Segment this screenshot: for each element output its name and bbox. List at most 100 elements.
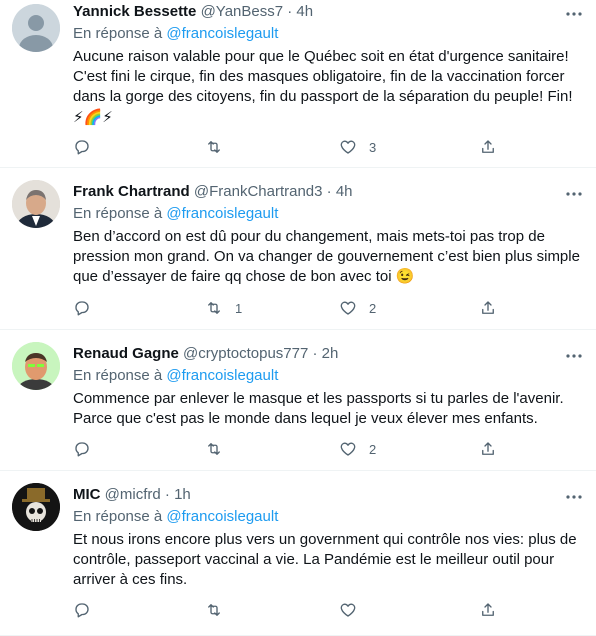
action-bar: 1 2 xyxy=(73,298,513,318)
share-icon xyxy=(482,140,494,153)
author-handle[interactable]: @micfrd xyxy=(105,486,161,503)
retweet-button[interactable] xyxy=(205,439,235,459)
timestamp[interactable]: 2h xyxy=(322,345,339,362)
tweet-text-line: arriver à ces fins. xyxy=(73,571,188,588)
tweet-text-line: Parce que c'est pas le monde dans lequel… xyxy=(73,410,538,427)
more-horizontal-icon[interactable] xyxy=(560,184,588,204)
tweet-text: Ben d’accord on est dû pour du changemen… xyxy=(73,227,580,287)
reply-button[interactable] xyxy=(73,439,103,459)
tweet-text: Aucune raison valable pour que le Québec… xyxy=(73,47,580,127)
avatar[interactable] xyxy=(12,4,60,52)
reply-context: En réponse à @francoislegault xyxy=(73,366,580,386)
skull-top-hat-icon xyxy=(12,483,60,531)
reply-prefix: En réponse à xyxy=(73,367,163,384)
heart-icon xyxy=(340,603,356,617)
tweet-text-line: C'est fini le cirque, fin des masques ob… xyxy=(73,68,565,85)
reply-mention[interactable]: @francoislegault xyxy=(166,367,278,384)
retweet-button[interactable] xyxy=(205,137,235,157)
reply-button[interactable] xyxy=(73,137,103,157)
like-count: 2 xyxy=(369,441,377,457)
action-bar xyxy=(73,600,513,620)
tweet-text-line: Commence par enlever le masque et les pa… xyxy=(73,390,564,407)
reply-prefix: En réponse à xyxy=(73,508,163,525)
author-name[interactable]: Renaud Gagne xyxy=(73,345,179,362)
share-icon xyxy=(482,442,494,455)
avatar[interactable] xyxy=(12,342,60,390)
author-name[interactable]: Frank Chartrand xyxy=(73,183,190,200)
separator-dot: · xyxy=(287,3,293,20)
heart-icon xyxy=(340,140,356,154)
reply-button[interactable] xyxy=(73,600,103,620)
share-button[interactable] xyxy=(479,600,497,620)
reply-prefix: En réponse à xyxy=(73,25,163,42)
tweet-header: Frank Chartrand @FrankChartrand3 · 4h xyxy=(73,182,580,202)
tweet[interactable]: Renaud Gagne @cryptoctopus777 · 2h En ré… xyxy=(0,330,596,471)
share-icon xyxy=(482,301,494,314)
share-icon xyxy=(482,603,494,616)
retweet-icon xyxy=(208,604,220,616)
separator-dot: · xyxy=(326,183,332,200)
like-button[interactable] xyxy=(339,600,369,620)
tweet-text-line: dans la gorge des citoyens, fin du passp… xyxy=(73,88,573,105)
reply-icon xyxy=(75,442,89,457)
author-handle[interactable]: @cryptoctopus777 xyxy=(183,345,308,362)
reply-mention[interactable]: @francoislegault xyxy=(166,508,278,525)
author-handle[interactable]: @FrankChartrand3 xyxy=(194,183,323,200)
like-button[interactable]: 3 xyxy=(339,137,376,157)
more-horizontal-icon[interactable] xyxy=(560,346,588,366)
share-button[interactable] xyxy=(479,439,497,459)
action-bar: 3 xyxy=(73,137,513,157)
reply-context: En réponse à @francoislegault xyxy=(73,204,580,224)
separator-dot: · xyxy=(312,345,318,362)
tweet-text-line: ⚡🌈⚡ xyxy=(73,108,113,126)
reply-icon xyxy=(75,140,89,155)
reply-context: En réponse à @francoislegault xyxy=(73,507,580,527)
author-name[interactable]: MIC xyxy=(73,486,101,503)
like-button[interactable]: 2 xyxy=(339,439,376,459)
timestamp[interactable]: 4h xyxy=(336,183,353,200)
like-button[interactable]: 2 xyxy=(339,298,376,318)
tweet[interactable]: Yannick Bessette @YanBess7 · 4h En répon… xyxy=(0,0,596,168)
reply-button[interactable] xyxy=(73,298,103,318)
tweet-text-line: que d’essayer de faire qq chose de bon a… xyxy=(73,268,415,285)
tweet[interactable]: Frank Chartrand @FrankChartrand3 · 4h En… xyxy=(0,168,596,330)
tweet[interactable]: MIC @micfrd · 1h En réponse à @francoisl… xyxy=(0,471,596,636)
retweet-icon xyxy=(208,141,220,153)
tweet-text: Commence par enlever le masque et les pa… xyxy=(73,389,580,429)
tweet-text-line: pression mon grand. On va changer de gou… xyxy=(73,248,580,265)
profile-photo-icon xyxy=(12,180,60,228)
more-horizontal-icon[interactable] xyxy=(560,487,588,507)
separator-dot: · xyxy=(164,486,170,503)
retweet-count: 1 xyxy=(235,300,243,316)
tweet-text-line: Ben d’accord on est dû pour du changemen… xyxy=(73,228,545,245)
like-count: 3 xyxy=(369,139,377,155)
reply-mention[interactable]: @francoislegault xyxy=(166,205,278,222)
reply-mention[interactable]: @francoislegault xyxy=(166,25,278,42)
retweet-button[interactable] xyxy=(205,600,235,620)
avatar[interactable] xyxy=(12,483,60,531)
reply-prefix: En réponse à xyxy=(73,205,163,222)
action-bar: 2 xyxy=(73,439,513,459)
more-horizontal-icon[interactable] xyxy=(560,4,588,24)
author-handle[interactable]: @YanBess7 xyxy=(201,3,284,20)
reply-icon xyxy=(75,603,89,618)
retweet-icon xyxy=(208,302,220,314)
like-count: 2 xyxy=(369,300,377,316)
tweet-header: MIC @micfrd · 1h xyxy=(73,485,580,505)
tweet-feed: Yannick Bessette @YanBess7 · 4h En répon… xyxy=(0,0,596,636)
profile-photo-icon xyxy=(12,342,60,390)
author-name[interactable]: Yannick Bessette xyxy=(73,3,196,20)
share-button[interactable] xyxy=(479,298,497,318)
reply-context: En réponse à @francoislegault xyxy=(73,24,580,44)
reply-icon xyxy=(75,301,89,316)
avatar[interactable] xyxy=(12,180,60,228)
heart-icon xyxy=(340,301,356,315)
timestamp[interactable]: 4h xyxy=(296,3,313,20)
retweet-button[interactable]: 1 xyxy=(205,298,242,318)
tweet-header: Yannick Bessette @YanBess7 · 4h xyxy=(73,2,580,22)
tweet-text: Et nous irons encore plus vers un govern… xyxy=(73,530,580,590)
timestamp[interactable]: 1h xyxy=(174,486,191,503)
heart-icon xyxy=(340,442,356,456)
share-button[interactable] xyxy=(479,137,497,157)
retweet-icon xyxy=(208,443,220,455)
